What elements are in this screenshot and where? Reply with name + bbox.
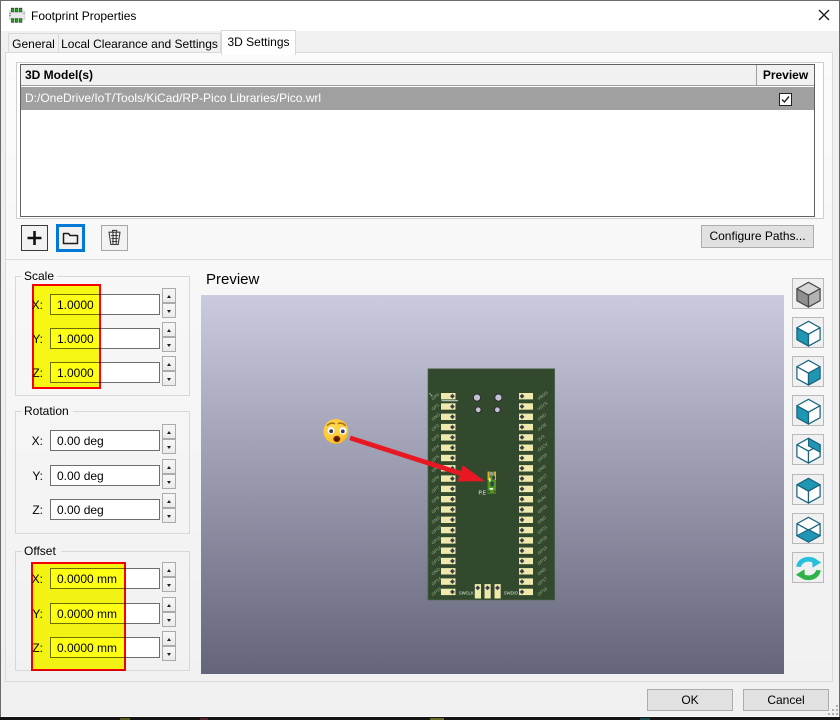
svg-text:P.E: P.E [479,491,487,497]
svg-text:SWDIO: SWDIO [504,590,518,595]
svg-text:SWCLK: SWCLK [459,590,474,595]
